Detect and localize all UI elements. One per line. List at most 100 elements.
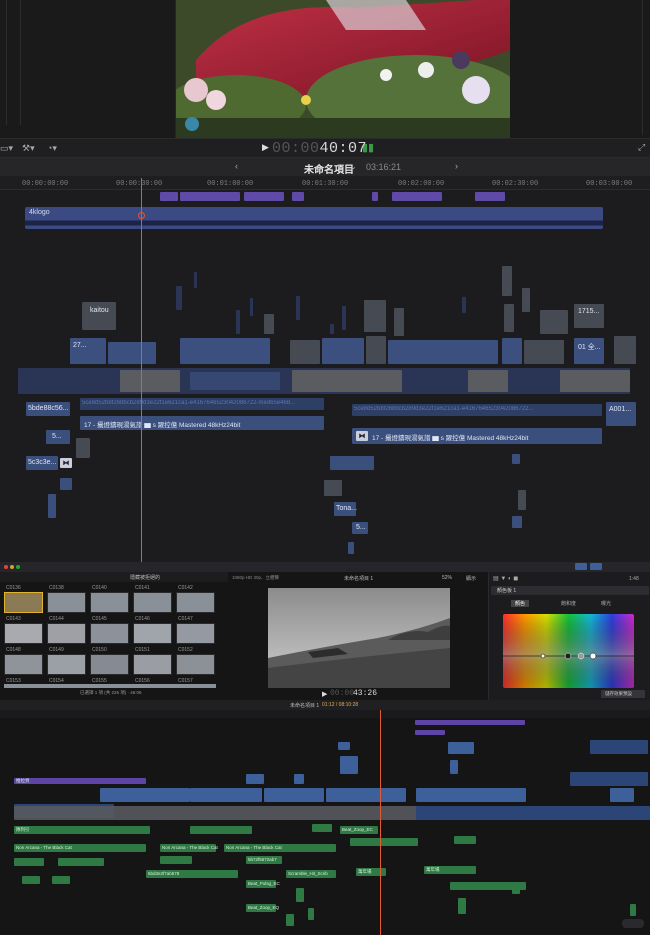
audio-clip[interactable] xyxy=(14,826,150,834)
zoom-icon[interactable] xyxy=(16,565,20,569)
browser-clip[interactable] xyxy=(47,623,86,644)
tab-exposure[interactable]: 曝光 xyxy=(601,600,611,607)
title-clip[interactable] xyxy=(415,720,525,725)
browser-clip[interactable] xyxy=(176,623,215,644)
video-clip[interactable] xyxy=(504,304,514,332)
timeline-ruler[interactable] xyxy=(0,710,650,718)
browser-clip[interactable] xyxy=(133,592,172,613)
audio-clip[interactable] xyxy=(22,876,40,884)
audio-clip[interactable] xyxy=(630,904,636,916)
video-clip[interactable] xyxy=(560,370,630,392)
video-clip[interactable] xyxy=(322,338,364,364)
audio-clip[interactable] xyxy=(48,494,56,518)
video-clip[interactable] xyxy=(462,297,466,313)
forward-icon[interactable]: › xyxy=(455,161,458,171)
audio-clip[interactable] xyxy=(512,516,522,528)
layout-icon[interactable]: ▭▾ xyxy=(0,143,13,154)
title-clip[interactable] xyxy=(415,730,445,735)
tab-color[interactable]: 顏色 xyxy=(511,600,530,607)
audio-clip[interactable] xyxy=(324,480,342,496)
audio-clip[interactable] xyxy=(512,454,520,464)
marker[interactable] xyxy=(244,192,284,201)
video-clip[interactable] xyxy=(364,300,386,332)
audio-clip[interactable] xyxy=(296,888,304,902)
layout-toggle-icon[interactable] xyxy=(590,563,602,570)
audio-clip[interactable] xyxy=(458,898,466,914)
video-clip[interactable] xyxy=(264,788,324,802)
video-clip[interactable] xyxy=(570,772,648,786)
title-clip[interactable] xyxy=(14,778,146,784)
marker[interactable] xyxy=(292,192,304,201)
audio-clip[interactable] xyxy=(190,826,252,834)
video-clip[interactable] xyxy=(468,370,508,392)
browser-clip[interactable] xyxy=(90,623,129,644)
browser-clip[interactable] xyxy=(47,592,86,613)
video-clip[interactable] xyxy=(388,340,498,364)
video-clip[interactable] xyxy=(448,742,474,754)
layout-toggle-icon[interactable] xyxy=(575,563,587,570)
video-clip[interactable] xyxy=(416,806,650,820)
audio-clip[interactable] xyxy=(308,908,314,920)
video-clip[interactable] xyxy=(176,286,182,310)
speed-icon[interactable]: ◔▾ xyxy=(47,143,57,154)
audio-clip[interactable] xyxy=(52,876,70,884)
video-clip[interactable] xyxy=(326,788,406,802)
video-clip[interactable] xyxy=(180,338,270,364)
video-clip[interactable] xyxy=(342,306,346,330)
video-clip[interactable] xyxy=(190,788,262,802)
video-clip[interactable] xyxy=(330,324,334,334)
audio-clip[interactable] xyxy=(518,490,526,510)
video-clip[interactable] xyxy=(296,296,300,320)
audio-clip[interactable] xyxy=(350,838,418,846)
project-title[interactable]: 未命名項目 xyxy=(304,161,354,176)
video-clip[interactable] xyxy=(416,788,526,802)
video-clip[interactable] xyxy=(264,314,274,334)
browser-filter[interactable]: 隱藏被拒絕的 xyxy=(130,574,160,581)
minimize-icon[interactable] xyxy=(10,565,14,569)
browser-clip[interactable] xyxy=(133,623,172,644)
playhead-handle[interactable] xyxy=(138,212,145,219)
video-clip[interactable] xyxy=(394,308,404,336)
play-icon[interactable]: ▶ xyxy=(322,690,327,698)
video-clip[interactable] xyxy=(194,272,197,288)
video-clip[interactable] xyxy=(524,340,564,364)
video-clip[interactable] xyxy=(120,370,180,392)
video-clip[interactable] xyxy=(540,310,568,334)
project-title[interactable]: 未命名項目 1 xyxy=(290,702,319,709)
playhead[interactable] xyxy=(141,178,142,562)
video-clip[interactable] xyxy=(522,288,530,312)
video-clip[interactable] xyxy=(590,740,648,754)
video-clip[interactable] xyxy=(610,788,634,802)
browser-clip[interactable] xyxy=(4,592,43,613)
audio-clip[interactable] xyxy=(312,824,332,832)
fullscreen-icon[interactable]: ⤢ xyxy=(638,142,645,153)
transition-icon[interactable]: ⧓ xyxy=(356,431,368,441)
video-clip[interactable] xyxy=(290,340,320,364)
chevron-down-icon[interactable]: ⌄ xyxy=(350,162,357,171)
browser-clip[interactable] xyxy=(176,654,215,675)
audio-clip[interactable] xyxy=(454,836,476,844)
title-clip[interactable]: 4klogo xyxy=(25,207,603,229)
video-clip[interactable] xyxy=(190,372,280,390)
video-clip[interactable] xyxy=(502,338,522,364)
tab-saturation[interactable]: 飽和度 xyxy=(561,600,576,607)
video-clip[interactable] xyxy=(340,756,358,774)
audio-clip[interactable] xyxy=(76,438,90,458)
browser-clip[interactable] xyxy=(47,654,86,675)
audio-clip[interactable] xyxy=(330,456,374,470)
browser-clip[interactable] xyxy=(176,592,215,613)
video-clip[interactable] xyxy=(236,310,240,334)
video-clip[interactable] xyxy=(108,342,156,364)
browser-clip[interactable] xyxy=(4,623,43,644)
playhead[interactable] xyxy=(380,710,381,935)
video-clip[interactable] xyxy=(450,760,458,774)
video-clip[interactable] xyxy=(246,774,264,784)
audio-clip[interactable] xyxy=(286,914,294,926)
back-icon[interactable]: ‹ xyxy=(235,161,238,171)
browser-clip[interactable] xyxy=(90,654,129,675)
video-clip[interactable] xyxy=(366,336,386,364)
video-clip[interactable] xyxy=(614,336,636,364)
zoom-level[interactable]: 52% xyxy=(442,575,452,581)
audio-clip[interactable] xyxy=(58,858,104,866)
video-clip[interactable] xyxy=(250,298,253,316)
